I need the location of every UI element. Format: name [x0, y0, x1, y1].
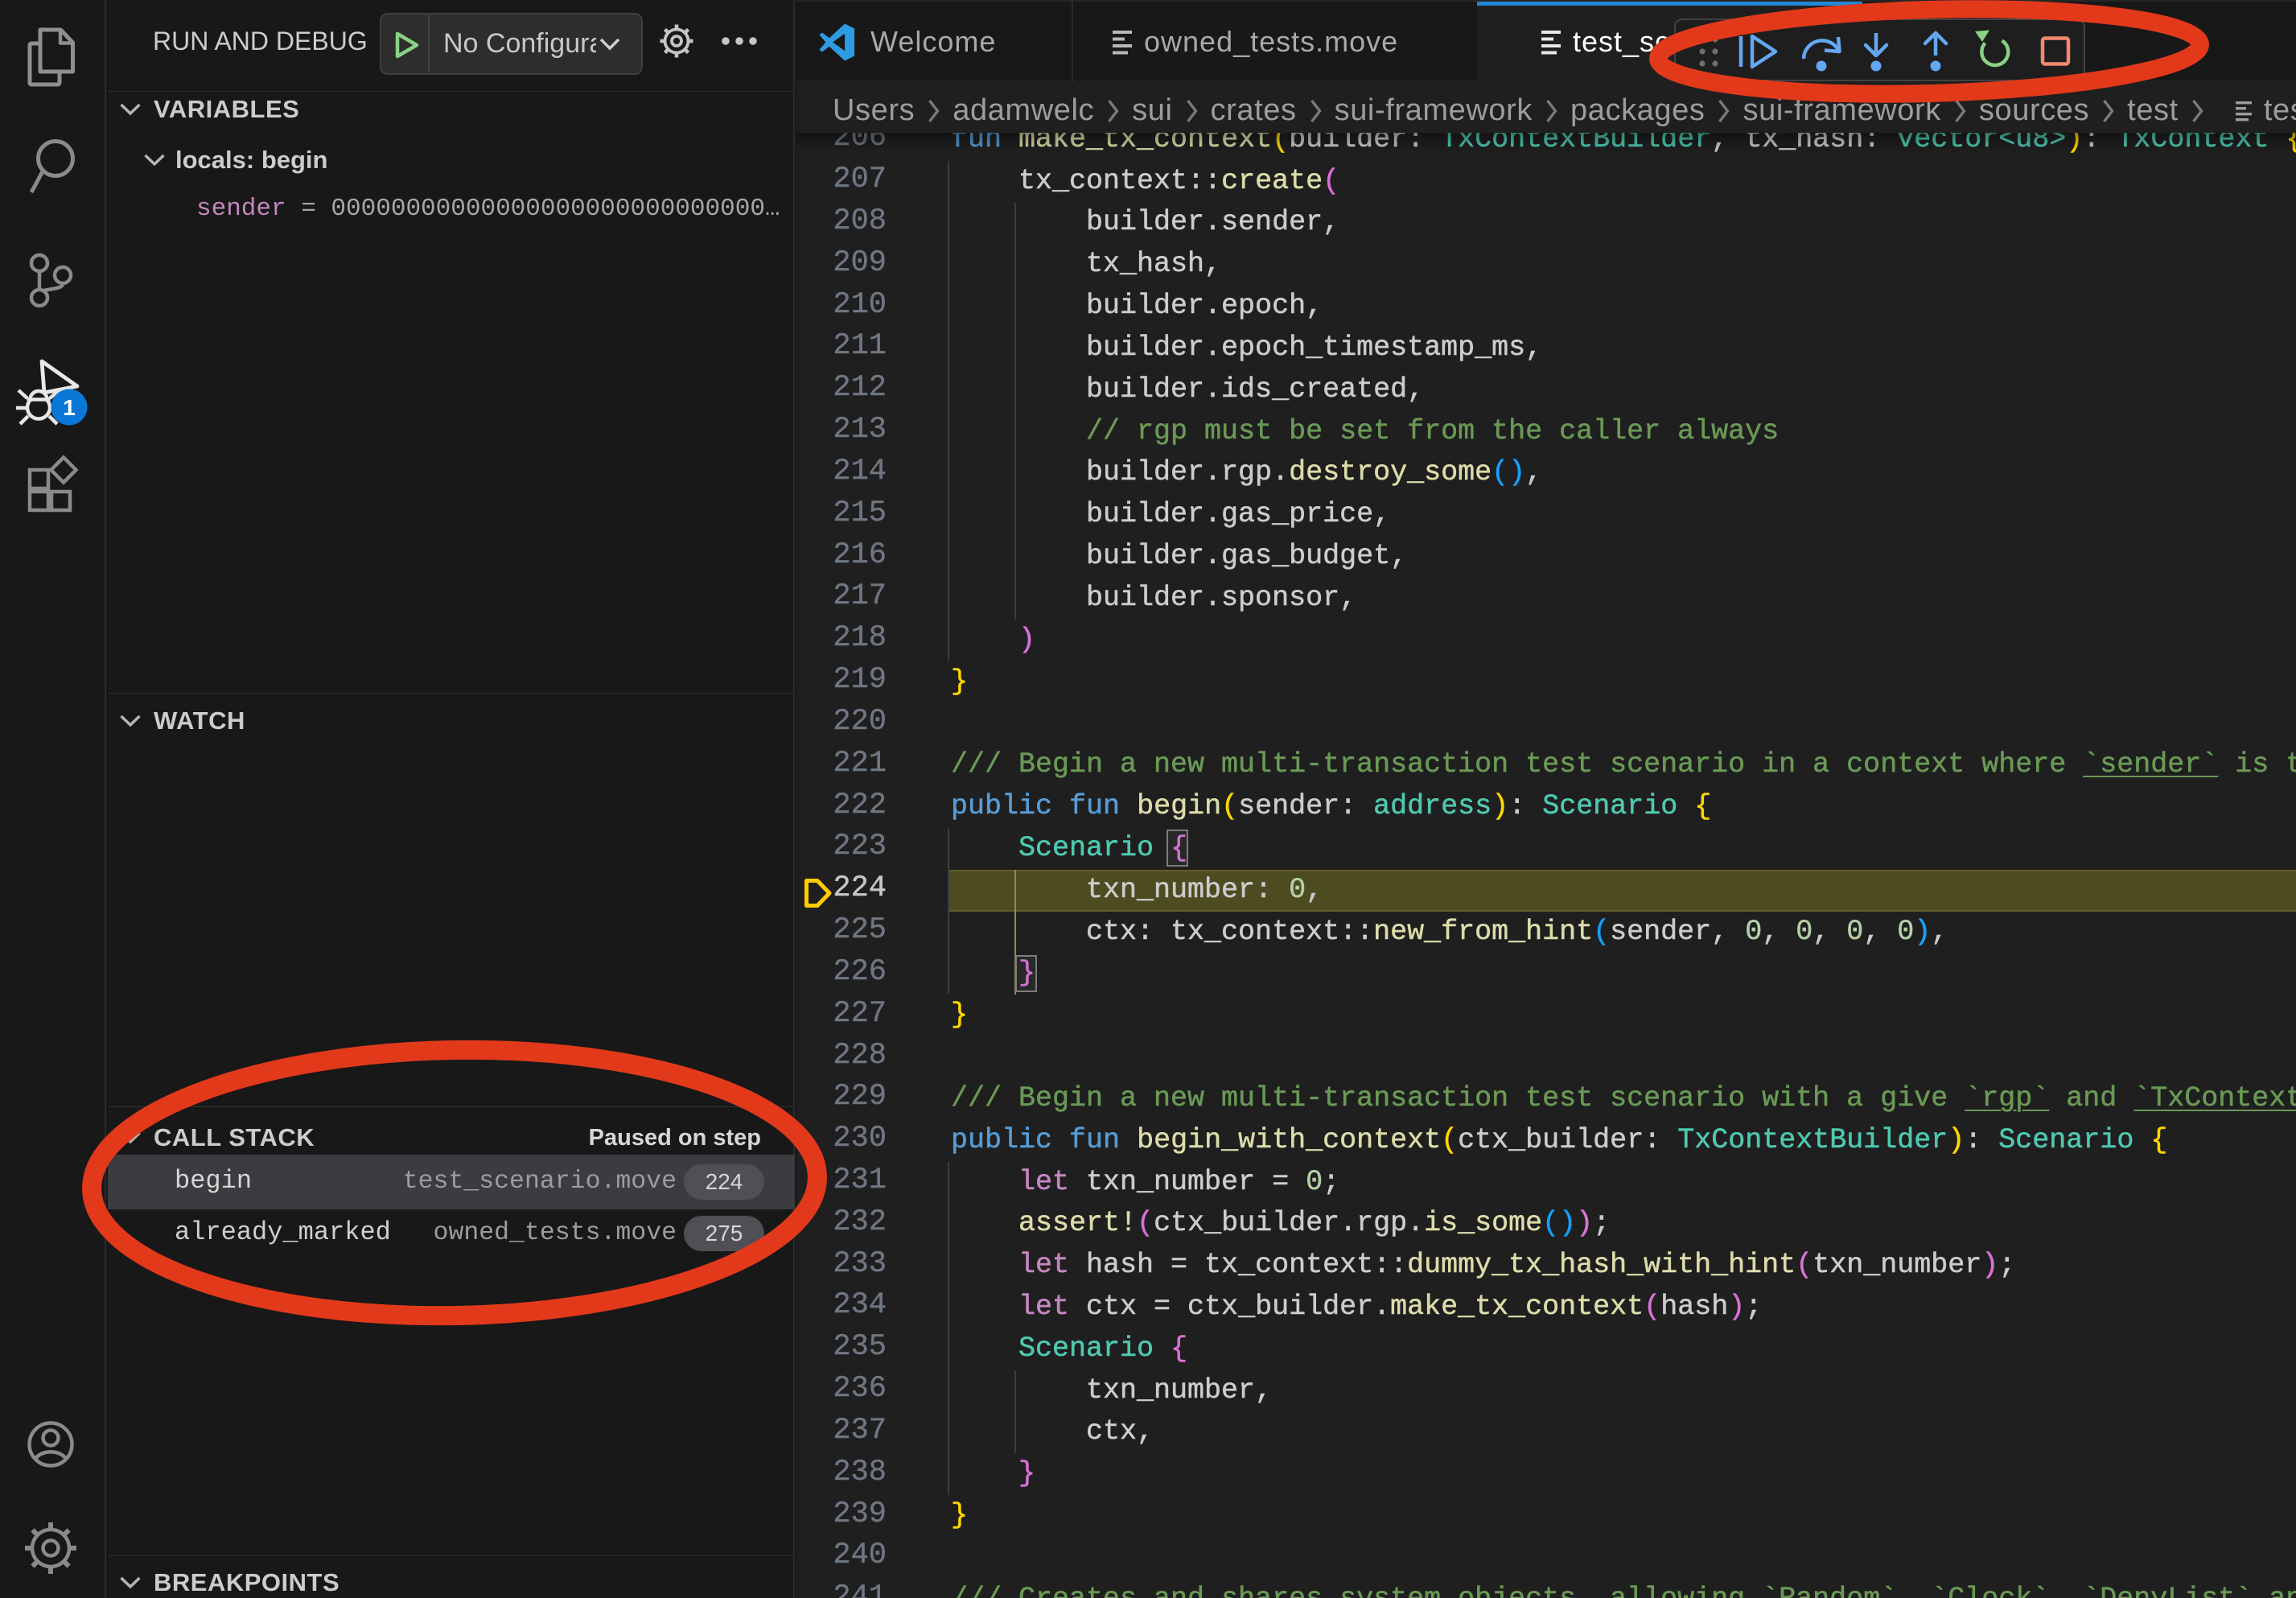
svg-text:1: 1: [63, 395, 76, 420]
